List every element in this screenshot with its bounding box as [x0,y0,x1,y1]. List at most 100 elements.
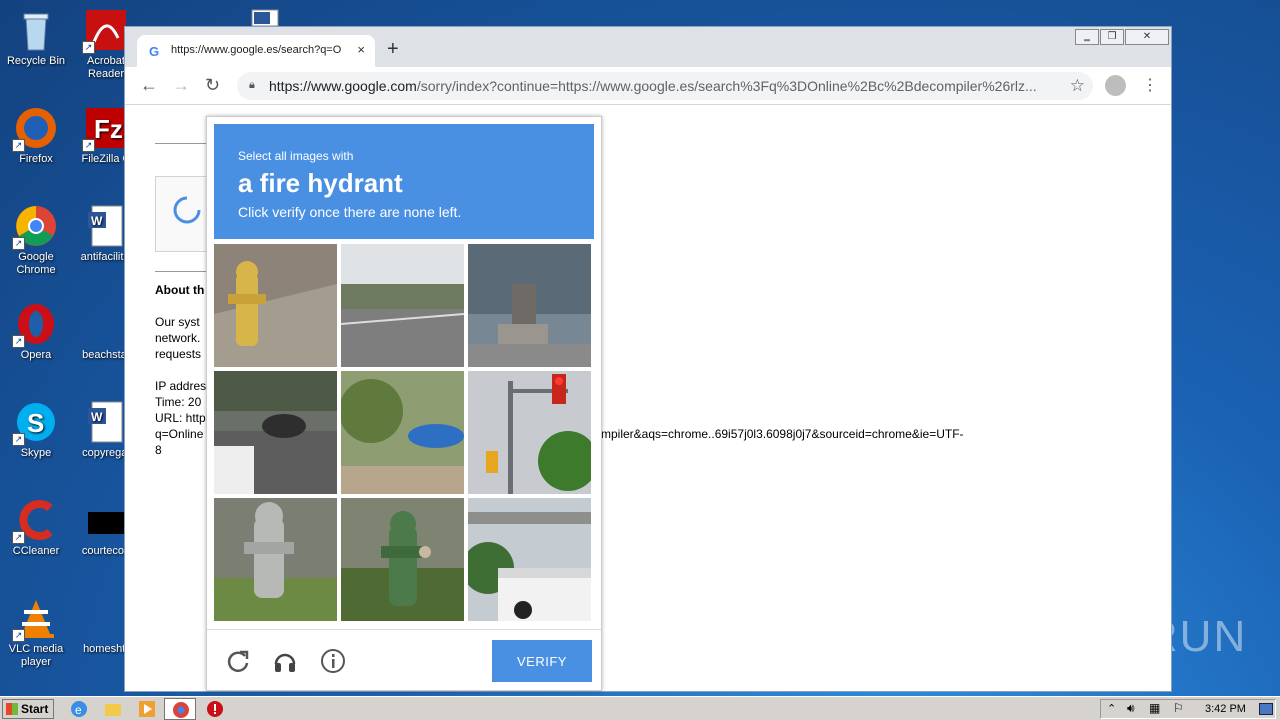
word-document-icon: W [84,400,128,444]
chrome-icon [173,702,189,718]
show-desktop-icon[interactable] [1259,703,1273,715]
taskbar: Start e ⌃ 🔊︎ ▦ ⚐ 3:42 PM [0,696,1280,720]
para-line-3: requests [155,347,202,361]
svg-text:S: S [27,408,44,438]
desktop-icon-firefox[interactable]: ↗ Firefox [0,106,72,166]
tray-expand-icon[interactable]: ⌃ [1107,702,1116,715]
instruction-small: Select all images with [238,149,354,163]
start-label: Start [21,702,49,716]
about-heading: About th [155,283,205,297]
svg-text:e: e [75,703,82,717]
ccleaner-icon: ↗ [12,498,58,544]
internet-explorer-icon[interactable]: e [70,700,88,718]
lock-icon: 🔒︎ [249,79,255,91]
address-bar[interactable]: 🔒︎ https://www.google.com/sorry/index?co… [237,72,1093,100]
windows-flag-icon [6,703,18,715]
profile-avatar[interactable] [1105,75,1126,96]
image-tile[interactable] [341,498,464,621]
google-favicon-icon: G [149,44,160,59]
desktop-icon-label: Google Chrome [16,251,56,276]
recaptcha-spinner-icon [173,196,201,224]
recaptcha-challenge: Select all images with a fire hydrant Cl… [206,116,602,691]
desktop-icon-ccleaner[interactable]: ↗ CCleaner [0,498,72,558]
desktop-icon-label: Skype [20,447,52,459]
close-window-button[interactable]: ✕ [1125,29,1169,45]
back-button[interactable]: ← [140,75,158,95]
time-label: Time: 20 [155,395,202,409]
action-center-flag-icon[interactable]: ⚐ [1173,701,1184,715]
tab-strip: G https://www.google.es/search?q=O × + ‗… [125,27,1171,67]
new-tab-button[interactable]: + [387,39,399,59]
url-continued: q=Online [155,427,204,441]
url-host: https://www.google.com [269,78,417,94]
image-tile[interactable] [341,371,464,494]
reload-button[interactable]: ↻ [205,75,220,95]
skype-icon: S ↗ [12,400,58,446]
opera-taskbar-icon[interactable] [206,700,224,718]
desktop-icon-word-top[interactable] [226,8,298,28]
reload-icon[interactable] [225,648,251,674]
image-tile[interactable] [214,498,337,621]
image-tile[interactable] [214,244,337,367]
instruction-sub: Click verify once there are none left. [238,204,462,220]
volume-icon[interactable]: 🔊︎ [1127,701,1135,716]
para-line-2: network. [155,331,201,345]
desktop-icon-label: Recycle Bin [6,55,66,67]
url-end: 8 [155,443,162,457]
browser-tab[interactable]: G https://www.google.es/search?q=O × [137,35,375,67]
file-icon [84,498,128,542]
url-path: /sorry/index?continue=https://www.google… [416,78,1037,94]
challenge-footer: VERIFY [207,629,601,690]
image-tile[interactable] [468,244,591,367]
taskbar-chrome-button[interactable] [164,698,196,720]
image-tile[interactable] [214,371,337,494]
opera-icon: ↗ [12,302,58,348]
firefox-icon: ↗ [12,106,58,152]
image-tile[interactable] [468,371,591,494]
start-button[interactable]: Start [2,699,54,719]
svg-text:W: W [91,410,103,424]
minimize-button[interactable]: ‗ [1075,29,1099,45]
para-line-1: Our syst [155,315,200,329]
desktop-icon-label: Firefox [19,153,53,165]
vlc-icon: ↗ [12,596,58,642]
word-document-icon: W [84,204,128,248]
url-tail: mpiler&aqs=chrome..69i57j0l3.6098j0j7&so… [601,427,964,441]
info-icon[interactable] [320,648,346,674]
svg-text:W: W [91,214,103,228]
ip-address-label: IP addres [155,379,207,393]
image-grid [214,244,594,622]
desktop-icon-label: CCleaner [12,545,60,557]
file-icon [84,596,128,640]
menu-icon[interactable]: ⋮ [1142,75,1158,95]
browser-toolbar: ← → ↻ 🔒︎ https://www.google.com/sorry/in… [125,67,1171,105]
clock[interactable]: 3:42 PM [1205,703,1246,715]
bookmark-star-icon[interactable]: ☆ [1070,76,1085,96]
media-player-icon[interactable] [138,700,156,718]
instruction-target: a fire hydrant [238,168,403,198]
file-icon [84,302,128,346]
headphones-icon[interactable] [272,648,298,674]
chrome-icon: ↗ [12,204,58,250]
network-icon[interactable]: ▦ [1149,701,1160,715]
explorer-folder-icon[interactable] [104,700,122,718]
word-document-icon [240,8,284,27]
filezilla-icon: Fz ↗ [82,106,128,152]
recycle-bin-icon [14,8,58,52]
desktop-icon-skype[interactable]: S ↗ Skype [0,400,72,460]
tab-close-icon[interactable]: × [357,42,365,57]
forward-button[interactable]: → [172,75,190,95]
desktop-icon-chrome[interactable]: ↗ Google Chrome [0,204,72,277]
svg-text:Fz: Fz [94,114,123,144]
image-tile[interactable] [341,244,464,367]
verify-button[interactable]: VERIFY [492,640,592,682]
url-text: https://www.google.com/sorry/index?conti… [269,78,1059,94]
image-tile[interactable] [468,498,591,621]
system-tray: ⌃ 🔊︎ ▦ ⚐ 3:42 PM [1100,699,1276,719]
challenge-header: Select all images with a fire hydrant Cl… [214,124,594,239]
tab-title: https://www.google.es/search?q=O [171,44,342,56]
maximize-button[interactable]: ❐ [1100,29,1124,45]
desktop-icon-vlc[interactable]: ↗ VLC media player [0,596,72,669]
desktop-icon-recycle-bin[interactable]: Recycle Bin [0,8,72,68]
desktop-icon-opera[interactable]: ↗ Opera [0,302,72,362]
